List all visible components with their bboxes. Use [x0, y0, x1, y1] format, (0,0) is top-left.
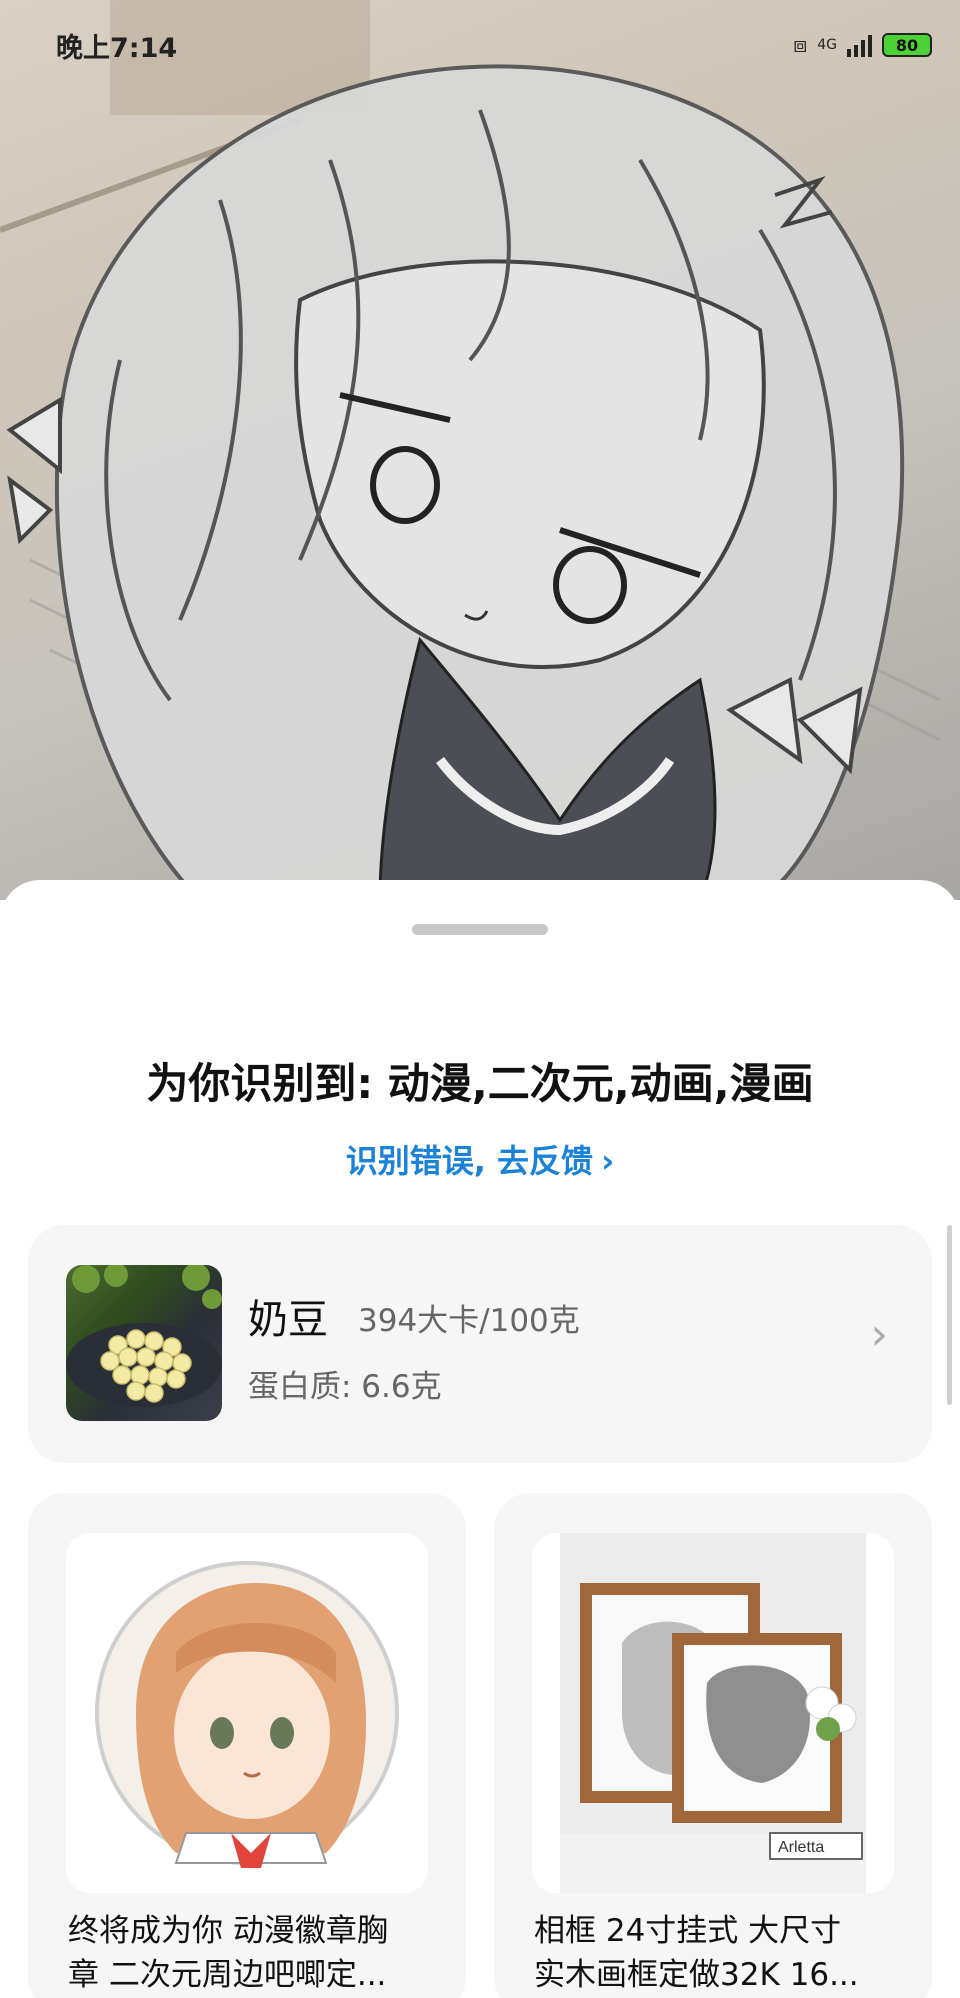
- status-time: 晚上7:14: [56, 32, 178, 64]
- product-card[interactable]: Arletta 相框 24寸挂式 大尺寸 实木画框定做32K 16...: [494, 1493, 932, 1998]
- recognition-result-sheet: 为你识别到: 动漫,二次元,动画,漫画 识别错误, 去反馈 › 奶豆 394大卡/…: [0, 880, 960, 1998]
- milk-beans-image: [66, 1265, 222, 1407]
- chevron-right-icon: ›: [870, 1309, 888, 1360]
- product-title-line: 章 二次元周边吧唧定...: [68, 1957, 387, 1993]
- product-image: Arletta: [532, 1533, 894, 1893]
- product-image: [66, 1533, 428, 1893]
- anime-sketch-image: [0, 0, 941, 900]
- product-title-line: 相框 24寸挂式 大尺寸: [534, 1913, 842, 1949]
- food-name: 奶豆: [248, 1297, 328, 1343]
- product-title-line: 实木画框定做32K 16...: [534, 1957, 859, 1993]
- product-card[interactable]: 终将成为你 动漫徽章胸 章 二次元周边吧唧定...: [28, 1493, 466, 1998]
- frame-tag-text: Arletta: [778, 1839, 824, 1856]
- status-icons: ⧈ 4G 80: [793, 33, 932, 58]
- status-bar: 晚上7:14 ⧈ 4G 80: [0, 0, 960, 90]
- recognition-result-title: 为你识别到: 动漫,二次元,动画,漫画: [146, 1059, 814, 1108]
- scrollbar[interactable]: [947, 1225, 952, 1405]
- food-info-card[interactable]: 奶豆 394大卡/100克 蛋白质: 6.6克 ›: [28, 1225, 932, 1463]
- battery-icon: 80: [882, 33, 932, 57]
- recognized-image[interactable]: 晚上7:14 ⧈ 4G 80: [0, 0, 960, 900]
- feedback-link-label: 识别错误, 去反馈: [345, 1142, 594, 1180]
- feedback-link[interactable]: 识别错误, 去反馈 ›: [0, 1136, 960, 1182]
- vibrate-icon: ⧈: [793, 32, 808, 58]
- product-title: 相框 24寸挂式 大尺寸 实木画框定做32K 16...: [534, 1909, 904, 1997]
- food-calories: 394大卡/100克: [358, 1303, 580, 1339]
- product-title: 终将成为你 动漫徽章胸 章 二次元周边吧唧定...: [68, 1909, 438, 1997]
- sheet-drag-handle[interactable]: [412, 924, 548, 935]
- battery-level: 80: [895, 35, 919, 55]
- chevron-right-icon: ›: [601, 1142, 615, 1180]
- anime-badge-image: [95, 1561, 399, 1868]
- signal-strength-icon: [847, 33, 872, 57]
- food-thumbnail: [66, 1265, 222, 1421]
- food-protein: 蛋白质: 6.6克: [248, 1369, 442, 1405]
- photo-frame-image: Arletta: [560, 1533, 866, 1893]
- network-type-label: 4G: [817, 37, 837, 53]
- product-title-line: 终将成为你 动漫徽章胸: [68, 1913, 388, 1949]
